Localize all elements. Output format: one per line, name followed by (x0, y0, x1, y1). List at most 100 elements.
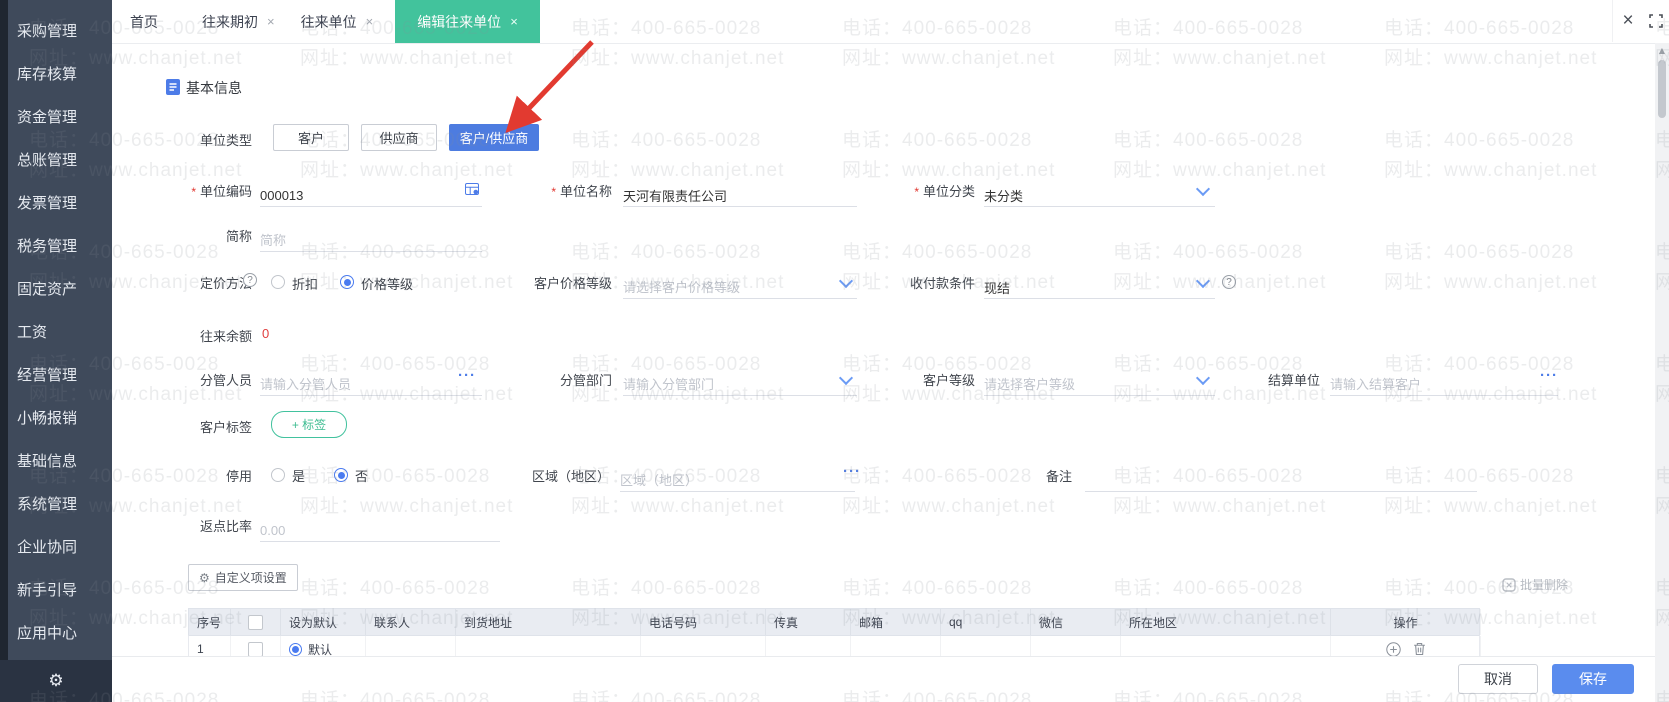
add-tag-button[interactable]: + 标签 (271, 411, 347, 438)
scroll-up-arrow-icon[interactable]: ▲ (1655, 46, 1669, 55)
contacts-table-header: 序号 设为默认 联系人 到货地址 电话号码 传真 邮箱 qq 微信 所在地区 操… (188, 608, 1481, 635)
customer-level-label: 客户等级 (922, 373, 975, 388)
custom-field-settings-button[interactable]: ⚙ 自定义项设置 (188, 564, 298, 591)
batch-delete-icon (1502, 577, 1516, 592)
balance-value: 0 (262, 326, 270, 341)
remark-input[interactable] (1085, 469, 1477, 492)
disabled-no-radio[interactable] (334, 468, 348, 482)
sidebar-item-inventory[interactable]: 库存核算 (0, 53, 112, 96)
header-checkbox-cell (231, 609, 281, 635)
select-all-checkbox[interactable] (248, 614, 263, 630)
watermark-cell: 电话：400-665-0028网址：www.chanjet.net (1384, 130, 1598, 181)
sidebar-item-purchase[interactable]: 采购管理 (0, 10, 112, 53)
unit-type-customer-supplier-button[interactable]: 客户/供应商 (449, 124, 539, 151)
watermark-layer: 电话：400-665-0028网址：www.chanjet.net 电话：400-… (0, 0, 1669, 702)
sidebar-item-tax[interactable]: 税务管理 (0, 225, 112, 268)
add-row-icon[interactable] (1385, 641, 1401, 657)
manager-input[interactable] (260, 373, 482, 396)
customer-price-level-label: 客户价格等级 (533, 276, 612, 291)
pricing-price-level-label[interactable]: 价格等级 (361, 274, 413, 293)
batch-delete-button[interactable]: 批量删除 (1502, 576, 1568, 593)
unit-category-label: * 单位分类 (914, 184, 975, 199)
disabled-yes-radio[interactable] (271, 468, 285, 482)
tab-close-icon[interactable]: × (267, 14, 275, 29)
manager-label: 分管人员 (199, 373, 252, 388)
disabled-yes-label[interactable]: 是 (292, 466, 305, 485)
customer-level-select[interactable] (984, 373, 1215, 396)
header-fax: 传真 (766, 609, 851, 635)
sidebar-item-collaboration[interactable]: 企业协同 (0, 526, 112, 569)
sidebar-edge-strip (0, 0, 8, 702)
app-window: 采购管理 库存核算 资金管理 总账管理 发票管理 税务管理 固定资产 工资 经营… (0, 0, 1669, 702)
gear-icon: ⚙ (199, 570, 210, 585)
tab-close-icon[interactable]: × (366, 14, 374, 29)
footer-bar: 取消 保存 (112, 656, 1655, 702)
sidebar-item-guide[interactable]: 新手引导 (0, 569, 112, 612)
watermark-cell: 电话：400-665-0028网址：www.chanjet.net (571, 130, 785, 181)
region-input[interactable] (620, 469, 855, 492)
pricing-discount-radio[interactable] (271, 275, 285, 289)
header-region: 所在地区 (1121, 609, 1331, 635)
ellipsis-picker-icon[interactable]: ··· (843, 463, 861, 480)
remark-label: 备注 (1045, 469, 1072, 484)
contacts-table: 序号 设为默认 联系人 到货地址 电话号码 传真 邮箱 qq 微信 所在地区 操… (188, 608, 1481, 663)
settlement-unit-label: 结算单位 (1267, 373, 1320, 388)
header-set-default: 设为默认 (281, 609, 366, 635)
settings-gear-icon[interactable]: ⚙ (48, 671, 63, 691)
delete-row-icon[interactable] (1413, 642, 1426, 656)
unit-type-customer-button[interactable]: 客户 (273, 124, 349, 151)
cancel-button[interactable]: 取消 (1458, 664, 1538, 694)
required-mark: * (914, 185, 919, 199)
help-icon[interactable]: ? (243, 273, 257, 287)
rebate-rate-input[interactable] (260, 519, 500, 542)
settlement-unit-input[interactable] (1330, 373, 1558, 396)
watermark-cell: 电话：400-665-0028网址：www.chanjet.net (842, 130, 1056, 181)
sidebar-item-system[interactable]: 系统管理 (0, 483, 112, 526)
pricing-discount-label[interactable]: 折扣 (292, 274, 318, 293)
sidebar-item-expense[interactable]: 小畅报销 (0, 397, 112, 440)
pricing-price-level-radio[interactable] (340, 275, 354, 289)
tab-opening-balance[interactable]: 往来期初 × (202, 0, 275, 43)
header-wechat: 微信 (1031, 609, 1121, 635)
tab-partners[interactable]: 往来单位 × (301, 0, 374, 43)
header-phone: 电话号码 (641, 609, 766, 635)
vertical-scrollbar: ▲ (1655, 43, 1669, 702)
unit-name-label: * 单位名称 (551, 184, 612, 199)
help-icon[interactable]: ? (1222, 275, 1236, 289)
fullscreen-icon[interactable] (1642, 0, 1669, 42)
unit-code-input[interactable] (260, 184, 482, 207)
header-email: 邮箱 (851, 609, 941, 635)
sidebar-item-fixed-assets[interactable]: 固定资产 (0, 268, 112, 311)
tab-edit-partner[interactable]: 编辑往来单位 × (395, 0, 540, 43)
tab-label: 往来单位 (300, 13, 357, 30)
ellipsis-picker-icon[interactable]: ··· (1540, 367, 1558, 384)
pricing-method-label: 定价方法 (199, 276, 252, 291)
disabled-no-label[interactable]: 否 (355, 466, 368, 485)
sidebar-item-ledger[interactable]: 总账管理 (0, 139, 112, 182)
watermark-cell: 电话：400-665-0028网址：www.chanjet.net (1384, 242, 1598, 293)
sidebar: 采购管理 库存核算 资金管理 总账管理 发票管理 税务管理 固定资产 工资 经营… (0, 0, 112, 702)
scrollbar-thumb[interactable] (1658, 60, 1666, 118)
sidebar-item-app-center[interactable]: 应用中心 (0, 612, 112, 655)
tab-label: 编辑往来单位 (417, 13, 502, 30)
sidebar-item-basic-info[interactable]: 基础信息 (0, 440, 112, 483)
sidebar-item-invoice[interactable]: 发票管理 (0, 182, 112, 225)
tab-home[interactable]: 首页 (112, 0, 176, 43)
tab-close-icon[interactable]: × (510, 14, 518, 29)
header-index: 序号 (189, 609, 231, 635)
close-icon[interactable]: × (1612, 0, 1643, 42)
save-button[interactable]: 保存 (1552, 664, 1634, 694)
unit-category-select[interactable] (984, 184, 1215, 207)
sidebar-item-funds[interactable]: 资金管理 (0, 96, 112, 139)
short-name-input[interactable] (260, 229, 482, 252)
default-radio[interactable] (289, 642, 302, 656)
payment-terms-select[interactable] (984, 276, 1215, 299)
default-label: 默认 (308, 642, 333, 657)
short-name-label: 简称 (225, 229, 252, 244)
payment-terms-label: 收付款条件 (909, 276, 975, 291)
header-qq: qq (941, 609, 1031, 635)
sidebar-item-operations[interactable]: 经营管理 (0, 354, 112, 397)
unit-type-supplier-button[interactable]: 供应商 (361, 124, 437, 151)
sidebar-item-payroll[interactable]: 工资 (0, 311, 112, 354)
row-checkbox[interactable] (248, 641, 263, 657)
